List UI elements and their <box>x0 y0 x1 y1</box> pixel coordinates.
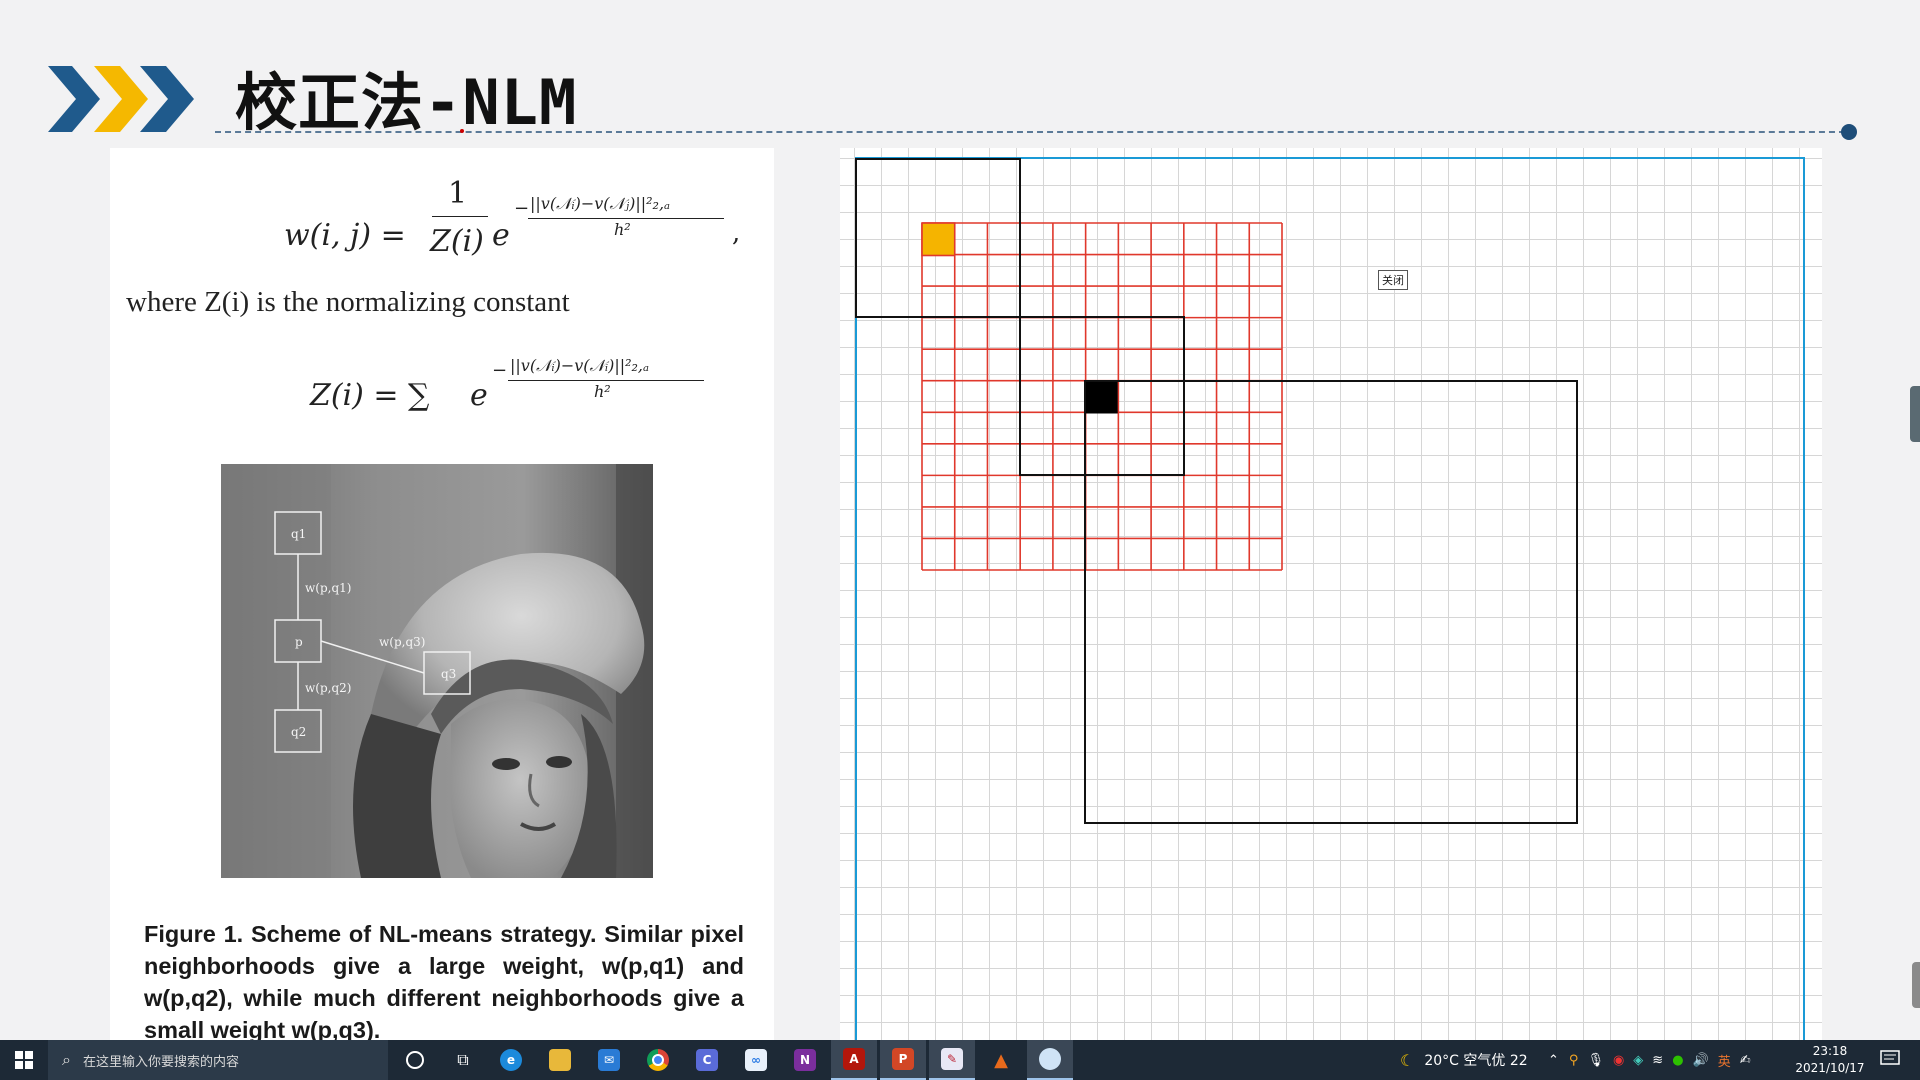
eq1-lhs: w(i, j) = <box>284 218 406 253</box>
pen-icon[interactable]: ✍ <box>1740 1053 1751 1068</box>
taskbar: ⌕ 在这里输入你要搜索的内容 ⧉ e ✉ C ∞ N A P ✎ ▲ ☾ 20°… <box>0 1040 1920 1080</box>
eq2-exponent-numerator: ||v(𝒩ᵢ)−v(𝒩ᵢ)||²₂,ₐ <box>510 356 650 375</box>
weight-label-q1: w(p,q1) <box>305 581 351 595</box>
moon-icon: ☾ <box>1400 1050 1415 1070</box>
eq1-exponent-numerator: ||v(𝒩ᵢ)−v(𝒩ⱼ)||²₂,ₐ <box>530 194 671 213</box>
patch-label-p: p <box>295 635 303 649</box>
edge-icon[interactable]: e <box>488 1040 534 1080</box>
search-placeholder: 在这里输入你要搜索的内容 <box>82 1054 239 1070</box>
security-icon[interactable]: ◈ <box>1633 1053 1643 1068</box>
onenote-icon[interactable]: N <box>782 1040 828 1080</box>
eq2-exponent-bar <box>508 380 704 381</box>
notification-icon[interactable] <box>1880 1050 1900 1068</box>
scroll-handle[interactable] <box>1912 962 1920 1008</box>
browser-icon[interactable] <box>1027 1040 1073 1080</box>
equation-weight: w(i, j) = 1 Z(i) e − ||v(𝒩ᵢ)−v(𝒩ⱼ)||²₂,ₐ… <box>284 168 744 268</box>
where-text: where Z(i) is the normalizing constant <box>126 286 570 318</box>
task-view-icon[interactable]: ⧉ <box>440 1040 486 1080</box>
eq1-fraction-bar <box>432 216 488 217</box>
side-panel-handle[interactable] <box>1910 386 1920 442</box>
cortana-icon[interactable] <box>392 1040 438 1080</box>
eq1-exp-base: e <box>492 218 510 253</box>
equation-normalizer: Z(i) = ∑ e − ||v(𝒩ᵢ)−v(𝒩ᵢ)||²₂,ₐ h² <box>310 348 730 438</box>
matlab-icon[interactable]: ▲ <box>978 1040 1024 1080</box>
patch-label-q3: q3 <box>441 667 456 681</box>
file-explorer-icon[interactable] <box>537 1040 583 1080</box>
chrome-icon[interactable] <box>635 1040 681 1080</box>
rule-marker <box>460 129 464 133</box>
patch-label-q1: q1 <box>291 527 306 541</box>
mic-icon[interactable]: 🎙 <box>1587 1053 1604 1068</box>
close-button[interactable]: 关闭 <box>1378 270 1408 290</box>
eq1-exponent-bar <box>528 218 724 219</box>
eq2-minus: − <box>492 360 508 381</box>
weather-widget[interactable]: ☾ 20°C 空气优 22 <box>1400 1040 1528 1080</box>
weather-text: 20°C 空气优 22 <box>1424 1053 1528 1069</box>
volume-icon[interactable]: 🔊 <box>1693 1053 1709 1068</box>
search-icon: ⌕ <box>62 1050 71 1069</box>
eq1-exponent-denominator: h² <box>614 220 631 239</box>
slide-title: 校正法-NLM <box>235 66 578 139</box>
paint-icon[interactable]: ✎ <box>929 1040 975 1080</box>
eq2-exp-base: e <box>470 378 488 413</box>
ime-icon[interactable]: 英 <box>1718 1051 1731 1070</box>
acrobat-icon[interactable]: A <box>831 1040 877 1080</box>
chevron-logo-icon <box>48 66 194 132</box>
powerpoint-icon[interactable]: P <box>880 1040 926 1080</box>
eq2-lhs: Z(i) = ∑ <box>310 378 430 413</box>
search-tray-icon[interactable]: ⚲ <box>1569 1053 1579 1068</box>
mail-icon[interactable]: ✉ <box>586 1040 632 1080</box>
title-divider-dot <box>1841 124 1857 140</box>
system-tray: ⌃ ⚲ 🎙 ◉ ◈ ≋ ● 🔊 英 ✍ <box>1548 1040 1751 1080</box>
wechat-icon[interactable]: ● <box>1672 1053 1683 1068</box>
clock-date: 2021/10/17 <box>1795 1061 1865 1075</box>
baidu-netdisk-icon[interactable]: ∞ <box>733 1040 779 1080</box>
eq1-comma: , <box>732 218 741 248</box>
paper-excerpt: w(i, j) = 1 Z(i) e − ||v(𝒩ᵢ)−v(𝒩ⱼ)||²₂,ₐ… <box>110 148 774 1040</box>
eq2-exponent-denominator: h² <box>594 382 611 401</box>
eq1-numerator: 1 <box>448 176 468 211</box>
figure-caption: Figure 1. Scheme of NL-means strategy. S… <box>144 921 744 1040</box>
nl-means-figure: q1 p q2 q3 w(p,q1) w(p,q2) w(p,q3) <box>221 464 653 878</box>
taskbar-search[interactable]: ⌕ 在这里输入你要搜索的内容 <box>48 1040 388 1080</box>
start-button[interactable] <box>0 1040 48 1080</box>
eq1-minus: − <box>514 198 530 219</box>
canvas-frame <box>855 157 1805 1067</box>
show-hidden-icons[interactable]: ⌃ <box>1548 1053 1559 1068</box>
antivirus-icon[interactable]: ◉ <box>1613 1053 1624 1068</box>
patch-label-q2: q2 <box>291 725 306 739</box>
weight-label-q3: w(p,q3) <box>379 635 425 649</box>
app-icon[interactable]: C <box>684 1040 730 1080</box>
wifi-icon[interactable]: ≋ <box>1652 1053 1663 1068</box>
weight-label-q2: w(p,q2) <box>305 681 351 695</box>
windows-icon <box>15 1051 33 1069</box>
clock-time: 23:18 <box>1812 1044 1848 1058</box>
eq1-denominator: Z(i) <box>430 224 484 259</box>
clock[interactable]: 23:18 2021/10/17 <box>1790 1043 1870 1077</box>
